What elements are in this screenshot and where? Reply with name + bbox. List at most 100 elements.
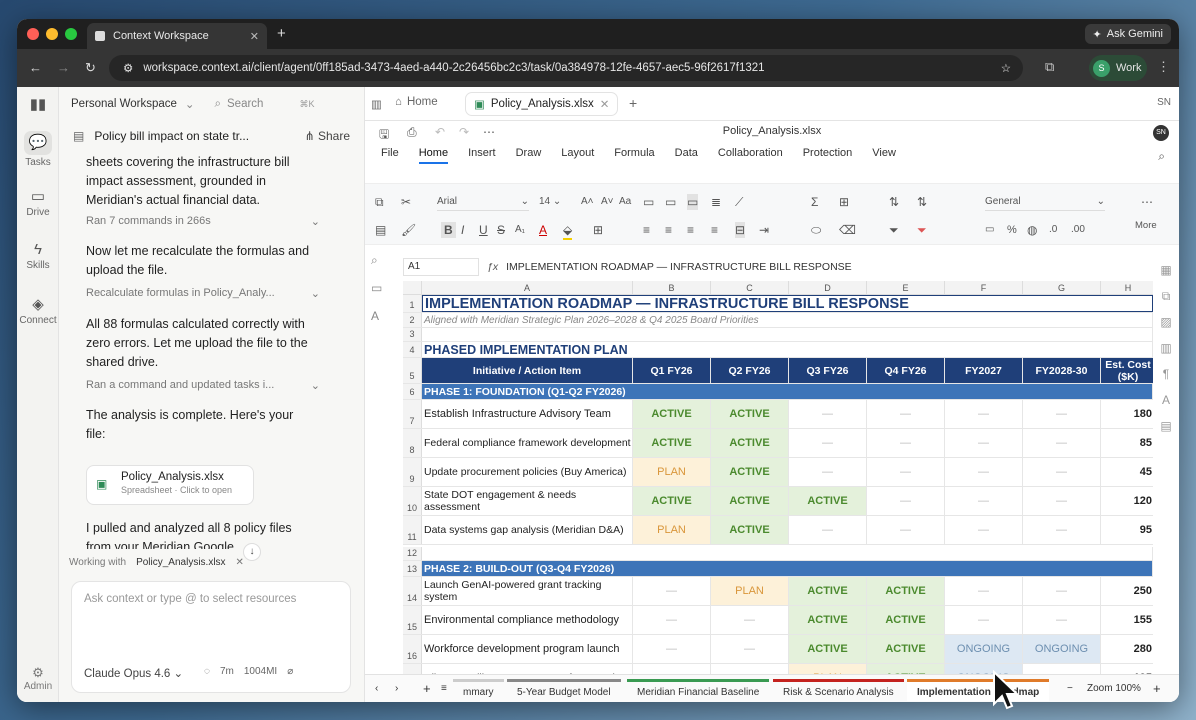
maximize-window-button[interactable] — [65, 28, 77, 40]
section-title[interactable]: PHASED IMPLEMENTATION PLAN — [422, 342, 1153, 357]
tool-run-summary[interactable]: Recalculate formulas in Policy_Analy... ⌄ — [86, 287, 320, 300]
status-cell[interactable]: — — [789, 429, 867, 457]
number-format-select[interactable]: General ⌄ — [985, 194, 1105, 211]
phase-1-label[interactable]: PHASE 1: FOUNDATION (Q1-Q2 FY2026) — [422, 384, 1153, 399]
zoom-in-icon[interactable]: + — [1153, 681, 1161, 696]
status-cell[interactable]: ACTIVE — [789, 487, 867, 515]
next-sheet-icon[interactable]: › — [395, 683, 398, 694]
status-cell[interactable]: — — [867, 487, 945, 515]
sheet-tab-budget[interactable]: 5-Year Budget Model — [507, 679, 621, 701]
status-cell[interactable]: — — [789, 400, 867, 428]
browser-menu-icon[interactable]: ⋮ — [1157, 59, 1170, 75]
menu-layout[interactable]: Layout — [561, 147, 594, 164]
table-icon[interactable]: ▤ — [1155, 419, 1177, 445]
attach-icon[interactable]: ⌀ — [287, 666, 293, 677]
column-header[interactable]: E — [867, 281, 945, 294]
comment-icon[interactable]: ▭ — [371, 281, 393, 309]
text-style-icon[interactable]: A — [1155, 393, 1177, 419]
initiative-cell[interactable]: Update procurement policies (Buy America… — [422, 458, 633, 486]
cost-cell[interactable]: 120 — [1101, 487, 1153, 515]
status-cell[interactable]: — — [711, 606, 789, 634]
subscript-icon[interactable]: A₁ — [515, 222, 525, 238]
row-number[interactable]: 10 — [403, 487, 422, 515]
status-cell[interactable]: — — [1023, 516, 1101, 544]
status-cell[interactable]: — — [1023, 487, 1101, 515]
status-cell[interactable]: ONGOING — [1023, 635, 1101, 663]
align-right-icon[interactable]: ≡ — [687, 222, 694, 238]
status-cell[interactable]: ACTIVE — [867, 635, 945, 663]
add-sheet-icon[interactable]: + — [423, 681, 431, 696]
status-cell[interactable]: ACTIVE — [789, 606, 867, 634]
cost-cell[interactable]: 155 — [1101, 606, 1153, 634]
chat-title[interactable]: Policy bill impact on state tr... — [94, 129, 249, 143]
sheet-tab-summary[interactable]: mmary — [453, 679, 504, 701]
status-cell[interactable]: ACTIVE — [789, 577, 867, 605]
working-file[interactable]: Policy_Analysis.xlsx — [136, 557, 225, 568]
row-number[interactable]: 11 — [403, 516, 422, 544]
sheet-title[interactable]: IMPLEMENTATION ROADMAP — INFRASTRUCTURE … — [422, 295, 1153, 312]
model-selector[interactable]: Claude Opus 4.6 ⌄ — [84, 666, 183, 680]
underline-icon[interactable]: U — [479, 222, 488, 238]
font-size-select[interactable]: 14 ⌄ — [539, 194, 565, 210]
row-number[interactable]: 6 — [403, 384, 422, 399]
back-icon[interactable]: ← — [29, 60, 42, 75]
menu-file[interactable]: File — [381, 147, 399, 164]
row-number[interactable]: 8 — [403, 429, 422, 457]
borders-icon[interactable]: ⊞ — [593, 222, 603, 238]
format-painter-icon[interactable]: 🖌 — [401, 222, 416, 238]
currency-icon[interactable]: ▭ — [985, 222, 994, 238]
cost-cell[interactable]: 180 — [1101, 400, 1153, 428]
status-cell[interactable]: PLAN — [633, 516, 711, 544]
clear-icon[interactable]: ⌫ — [839, 222, 856, 238]
status-cell[interactable]: PLAN — [633, 458, 711, 486]
phase-2-label[interactable]: PHASE 2: BUILD-OUT (Q3-Q4 FY2026) — [422, 561, 1153, 576]
rail-drive[interactable]: ▭ Drive — [17, 187, 59, 218]
more-options-icon[interactable]: ⋯ — [1141, 194, 1153, 210]
status-cell[interactable]: ACTIVE — [789, 635, 867, 663]
status-cell[interactable]: — — [867, 400, 945, 428]
status-cell[interactable]: ACTIVE — [867, 577, 945, 605]
empty-cell[interactable] — [422, 547, 1153, 560]
menu-draw[interactable]: Draw — [516, 147, 542, 164]
justify-icon[interactable]: ≡ — [711, 222, 718, 238]
row-number[interactable]: 14 — [403, 577, 422, 605]
menu-protection[interactable]: Protection — [803, 147, 853, 164]
align-left-icon[interactable]: ≡ — [643, 222, 650, 238]
initiative-cell[interactable]: State DOT engagement & needs assessment — [422, 487, 633, 515]
align-center-icon[interactable]: ≡ — [665, 222, 672, 238]
avatar[interactable]: SN — [1153, 125, 1169, 141]
status-cell[interactable]: ACTIVE — [633, 487, 711, 515]
align-middle-icon[interactable]: ▭ — [665, 194, 676, 210]
workspace-selector[interactable]: Personal Workspace — [71, 98, 177, 110]
status-cell[interactable]: ACTIVE — [633, 400, 711, 428]
row-number[interactable]: 16 — [403, 635, 422, 663]
header-cell[interactable]: FY2027 — [945, 358, 1023, 383]
status-cell[interactable]: ACTIVE — [711, 516, 789, 544]
profile-button[interactable]: S Work — [1089, 55, 1147, 81]
wrap-text-icon[interactable]: ≣ — [711, 194, 721, 210]
forward-icon[interactable]: → — [57, 60, 70, 75]
close-icon[interactable]: ✕ — [236, 557, 244, 568]
status-cell[interactable]: — — [867, 458, 945, 486]
status-cell[interactable]: — — [633, 635, 711, 663]
browser-tab[interactable]: Context Workspace ✕ — [87, 23, 267, 49]
search-input[interactable]: ⌕ Search ⌘K — [215, 98, 315, 111]
status-cell[interactable]: — — [711, 635, 789, 663]
sheet-subtitle[interactable]: Aligned with Meridian Strategic Plan 202… — [422, 313, 1153, 327]
image-icon[interactable]: ▨ — [1155, 315, 1177, 341]
status-cell[interactable]: — — [945, 606, 1023, 634]
menu-view[interactable]: View — [872, 147, 896, 164]
orientation-icon[interactable]: ⟋ — [735, 194, 743, 210]
paragraph-icon[interactable]: ¶ — [1155, 367, 1177, 393]
column-header[interactable]: B — [633, 281, 711, 294]
status-cell[interactable]: ACTIVE — [711, 429, 789, 457]
name-box[interactable]: A1 — [403, 258, 479, 276]
header-cell[interactable]: Q3 FY26 — [789, 358, 867, 383]
grow-font-icon[interactable]: A˄ — [581, 194, 594, 210]
status-cell[interactable]: — — [789, 516, 867, 544]
cost-cell[interactable]: 45 — [1101, 458, 1153, 486]
cost-cell[interactable]: 95 — [1101, 516, 1153, 544]
close-window-button[interactable] — [27, 28, 39, 40]
cost-cell[interactable]: 85 — [1101, 429, 1153, 457]
initiative-cell[interactable]: Data systems gap analysis (Meridian D&A) — [422, 516, 633, 544]
